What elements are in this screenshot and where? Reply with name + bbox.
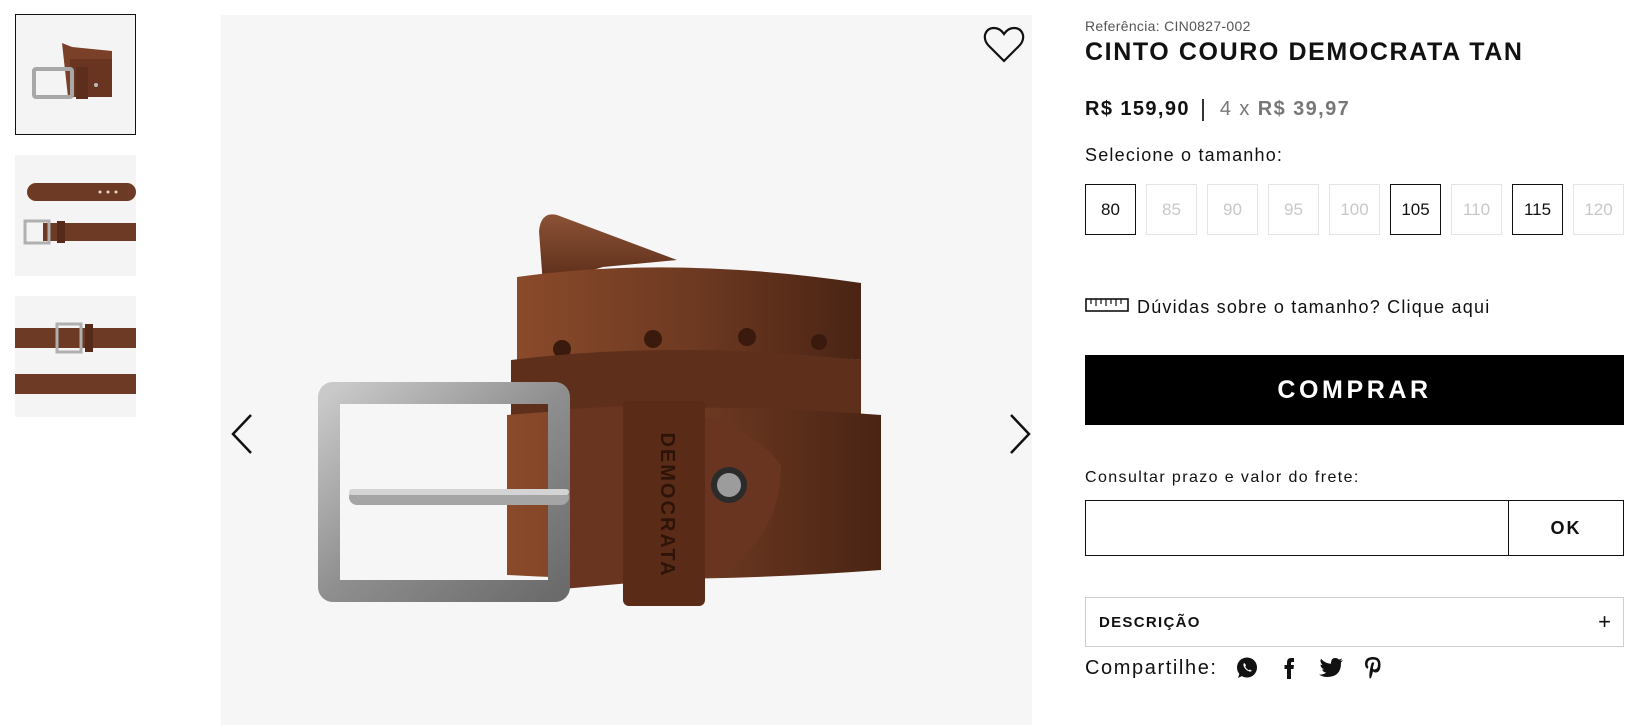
thumbnail-list: [15, 14, 137, 437]
belt-detail-thumb-image: [15, 296, 136, 417]
size-option-120[interactable]: 120: [1573, 184, 1624, 235]
product-price: R$ 159,90: [1085, 98, 1190, 120]
description-accordion[interactable]: DESCRIÇÃO +: [1085, 597, 1624, 647]
size-option-85[interactable]: 85: [1146, 184, 1197, 235]
heart-icon: [983, 26, 1025, 63]
installments: 4 x R$ 39,97: [1220, 98, 1350, 121]
size-option-90[interactable]: 90: [1207, 184, 1258, 235]
size-option-95[interactable]: 95: [1268, 184, 1319, 235]
size-selector: 80 85 90 95 100 105 110 115 120: [1085, 184, 1624, 235]
size-help-text: Dúvidas sobre o tamanho? Clique aqui: [1137, 297, 1491, 317]
ruler-icon: [1085, 297, 1129, 318]
brand-emboss: DEMOCRATA: [656, 432, 678, 577]
next-image-button[interactable]: [1003, 409, 1032, 459]
installments-count: 4 x: [1219, 98, 1251, 120]
shipping-form: OK: [1085, 500, 1624, 556]
size-option-115[interactable]: 115: [1512, 184, 1563, 235]
main-product-image: DEMOCRATA: [221, 15, 1032, 725]
thumbnail-3[interactable]: [15, 296, 136, 417]
chevron-left-icon: [231, 414, 252, 454]
share-bar: Compartilhe:: [1085, 655, 1402, 681]
whatsapp-icon[interactable]: [1234, 655, 1260, 681]
plus-icon: +: [1598, 609, 1611, 634]
size-option-105[interactable]: 105: [1390, 184, 1441, 235]
pinterest-icon[interactable]: [1360, 655, 1386, 681]
size-option-100[interactable]: 100: [1329, 184, 1380, 235]
thumbnail-1[interactable]: [15, 14, 136, 135]
price-divider: [1201, 98, 1204, 121]
facebook-icon[interactable]: [1276, 655, 1302, 681]
size-label: Selecione o tamanho:: [1085, 145, 1284, 165]
size-help-link[interactable]: Dúvidas sobre o tamanho? Clique aqui: [1085, 297, 1490, 318]
shipping-label: Consultar prazo e valor do frete:: [1085, 469, 1360, 486]
share-label: Compartilhe:: [1085, 656, 1218, 679]
belt-front-back-thumb-image: [15, 155, 136, 276]
thumbnail-2[interactable]: [15, 155, 136, 276]
product-reference: Referência: CIN0827-002: [1085, 18, 1251, 34]
size-option-110[interactable]: 110: [1451, 184, 1502, 235]
previous-image-button[interactable]: [229, 409, 259, 459]
rolled-belt-thumb-image: [16, 15, 135, 134]
favorite-button[interactable]: [983, 25, 1025, 65]
shipping-ok-button[interactable]: OK: [1508, 500, 1624, 556]
installment-price: R$ 39,97: [1257, 98, 1351, 120]
description-label: DESCRIÇÃO: [1099, 613, 1201, 631]
chevron-right-icon: [1010, 414, 1031, 454]
zipcode-input[interactable]: [1085, 500, 1508, 556]
belt-image: DEMOCRATA: [318, 214, 881, 606]
size-option-80[interactable]: 80: [1085, 184, 1136, 235]
price-row: R$ 159,90 4 x R$ 39,97: [1085, 98, 1350, 121]
twitter-icon[interactable]: [1318, 655, 1344, 681]
buy-button[interactable]: COMPRAR: [1085, 355, 1624, 425]
product-title: CINTO COURO DEMOCRATA TAN: [1085, 38, 1524, 66]
